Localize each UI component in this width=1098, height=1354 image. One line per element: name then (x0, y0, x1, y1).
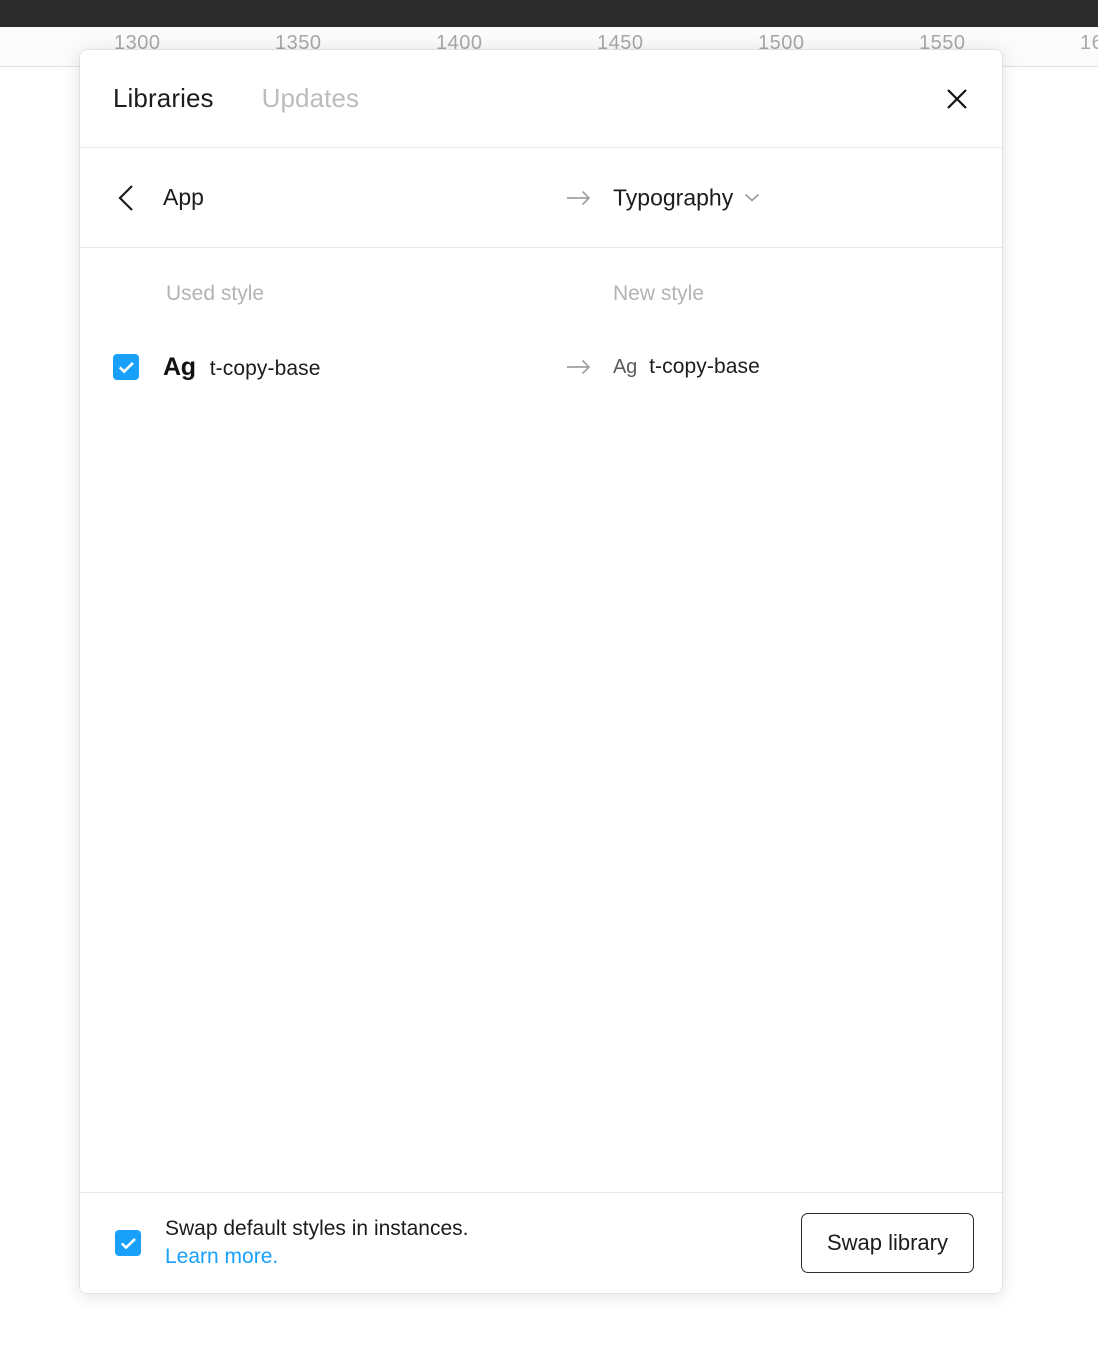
used-style-preview: Ag (163, 352, 196, 381)
modal-footer: Swap default styles in instances. Learn … (80, 1192, 1002, 1293)
swap-library-button[interactable]: Swap library (800, 1213, 974, 1273)
column-header-row: Used style New style (80, 248, 1002, 344)
footer-text-block: Swap default styles in instances. Learn … (165, 1215, 469, 1271)
modal-header: Libraries Updates (80, 50, 1002, 148)
target-library-dropdown[interactable]: Typography (613, 184, 760, 211)
chevron-down-icon (744, 193, 760, 203)
swap-default-styles-checkbox[interactable] (115, 1230, 141, 1256)
close-icon[interactable] (940, 82, 974, 116)
learn-more-link[interactable]: Learn more. (165, 1243, 469, 1271)
style-swap-list: Used style New style Ag t-copy-base Ag t… (80, 248, 1002, 1192)
target-library-label: Typography (613, 184, 734, 210)
footer-option: Swap default styles in instances. Learn … (115, 1215, 469, 1271)
libraries-modal: Libraries Updates App Typography Used st… (80, 50, 1002, 1293)
column-header-new-style: New style (613, 282, 705, 305)
chevron-left-icon[interactable] (113, 183, 139, 213)
arrow-right-icon (566, 358, 592, 376)
tab-libraries[interactable]: Libraries (113, 83, 214, 114)
used-style-cell: Ag t-copy-base (163, 353, 321, 382)
new-style-name: t-copy-base (649, 355, 760, 378)
footer-description: Swap default styles in instances. (165, 1217, 469, 1241)
column-header-used-style: Used style (166, 282, 265, 305)
library-swap-bar: App Typography (80, 148, 1002, 248)
new-style-preview: Ag (613, 356, 638, 378)
new-style-cell: Ag t-copy-base (613, 355, 760, 379)
tab-updates[interactable]: Updates (262, 83, 360, 114)
source-library-label: App (163, 184, 204, 210)
used-style-name: t-copy-base (209, 356, 321, 380)
row-checkbox[interactable] (113, 354, 139, 380)
style-swap-row[interactable]: Ag t-copy-base Ag t-copy-base (80, 344, 1002, 390)
arrow-right-icon (566, 189, 592, 207)
app-toolbar (0, 0, 1098, 27)
ruler-tick: 16 (1080, 32, 1098, 54)
